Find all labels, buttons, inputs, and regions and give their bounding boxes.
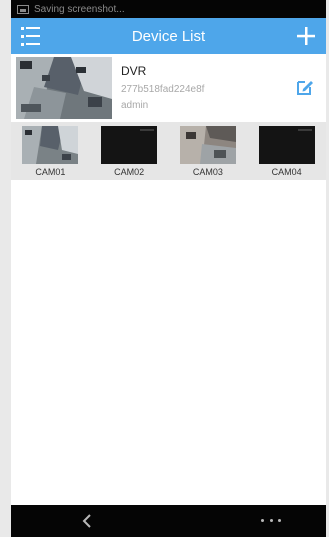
- camera-thumbnail: [101, 126, 158, 164]
- device-name: DVR: [121, 64, 147, 78]
- camera-label: CAM04: [271, 167, 302, 177]
- status-text: Saving screenshot...: [34, 3, 125, 15]
- camera-label: CAM02: [114, 167, 145, 177]
- camera-thumbnail: [179, 126, 236, 164]
- camera-label: CAM01: [35, 167, 66, 177]
- camera-strip: CAM01 CAM02 CAM03 CAM04: [11, 122, 326, 180]
- menu-button[interactable]: [21, 26, 43, 46]
- page-title: Device List: [131, 27, 206, 45]
- app-bar: Device List: [11, 18, 326, 54]
- menu-icon: [21, 26, 43, 46]
- device-user: admin: [121, 100, 149, 111]
- plus-icon: [297, 27, 315, 45]
- camera-item-cam03[interactable]: CAM03: [176, 126, 240, 177]
- edit-device-button[interactable]: [296, 78, 314, 96]
- device-list-screen: Saving screenshot... Device List DVR 277…: [0, 0, 329, 537]
- screenshot-icon: [17, 4, 29, 14]
- more-button[interactable]: [261, 519, 281, 525]
- device-thumbnail: [16, 57, 112, 119]
- camera-thumbnail: [258, 126, 315, 164]
- device-frame-left: [0, 0, 11, 537]
- add-device-button[interactable]: [294, 24, 318, 48]
- chevron-left-icon: [82, 514, 91, 528]
- back-button[interactable]: [79, 512, 97, 530]
- camera-item-cam04[interactable]: CAM04: [255, 126, 319, 177]
- edit-icon: [297, 81, 313, 95]
- navigation-bar: [11, 505, 326, 537]
- camera-thumbnail: [22, 126, 79, 164]
- status-bar: Saving screenshot...: [11, 0, 326, 18]
- device-info: DVR 277b518fad224e8f admin: [121, 64, 204, 111]
- camera-item-cam02[interactable]: CAM02: [97, 126, 161, 177]
- more-dots-icon: [261, 519, 281, 525]
- camera-item-cam01[interactable]: CAM01: [18, 126, 82, 177]
- device-id: 277b518fad224e8f: [121, 84, 205, 95]
- camera-label: CAM03: [192, 167, 223, 177]
- empty-content-area: [11, 180, 326, 505]
- device-item[interactable]: DVR 277b518fad224e8f admin: [11, 54, 326, 121]
